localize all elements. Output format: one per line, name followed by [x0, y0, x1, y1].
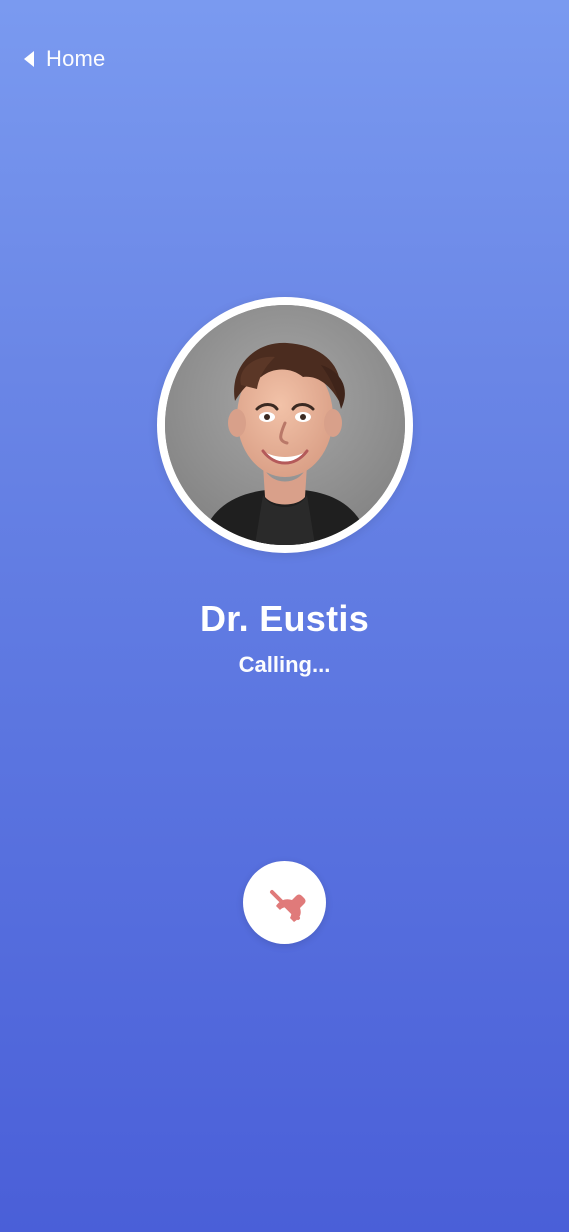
contact-avatar — [157, 297, 413, 553]
phone-hangup-icon — [262, 880, 308, 926]
end-call-button[interactable] — [243, 861, 326, 944]
caret-left-icon — [22, 50, 36, 68]
call-status: Calling... — [238, 652, 331, 677]
back-to-home-button[interactable]: Home — [22, 44, 106, 74]
back-label: Home — [46, 46, 106, 71]
contact-name: Dr. Eustis — [199, 598, 370, 639]
contact-photo — [165, 305, 405, 545]
call-screen: Home Dr. Eustis Calling... — [0, 0, 569, 1232]
